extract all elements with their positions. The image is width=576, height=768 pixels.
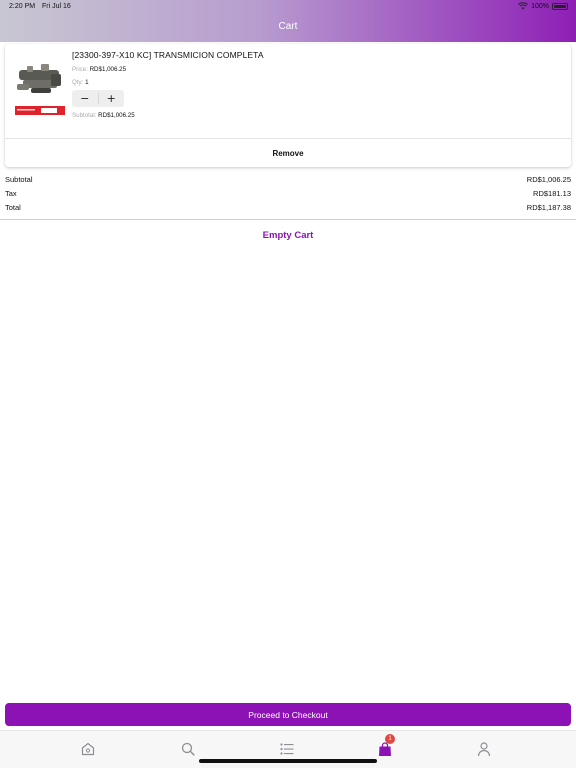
home-icon[interactable] [80, 741, 96, 757]
item-subtotal-label: Subtotal: [72, 112, 97, 119]
product-image[interactable] [11, 54, 69, 124]
price-label: Price: [72, 66, 88, 73]
qty-row: Qty: 1 [72, 79, 89, 86]
search-icon[interactable] [180, 741, 196, 757]
home-indicator [199, 759, 377, 763]
price-value: RD$1,006.25 [89, 66, 127, 73]
status-bar: 2:20 PM Fri Jul 16 100% [0, 0, 576, 14]
cart-item-card: [23300-397-X10 KC] TRANSMICION COMPLETA … [5, 44, 571, 167]
remove-button[interactable]: Remove [5, 139, 571, 167]
status-date: Fri Jul 16 [42, 3, 71, 10]
summary-value: RD$1,187.38 [526, 203, 571, 212]
status-time: 2:20 PM [9, 3, 36, 10]
qty-label: Qty: [72, 79, 84, 86]
summary-divider [0, 219, 576, 220]
quantity-stepper: − + [72, 90, 124, 107]
price-row: Price: RD$1,006.25 [72, 66, 126, 73]
cart-count-badge: 1 [385, 734, 395, 744]
decrement-button[interactable]: − [72, 90, 98, 107]
summary-row-total: Total RD$1,187.38 [5, 203, 571, 212]
summary-row-subtotal: Subtotal RD$1,006.25 [5, 175, 571, 184]
empty-cart-button[interactable]: Empty Cart [0, 230, 576, 241]
list-icon[interactable] [279, 741, 295, 757]
navigation-header: 2:20 PM Fri Jul 16 100% Cart [0, 0, 576, 42]
item-subtotal-row: Subtotal: RD$1,006.25 [72, 112, 135, 119]
battery-percent: 100% [531, 2, 549, 10]
summary-label: Subtotal [5, 175, 33, 184]
summary-label: Tax [5, 189, 17, 198]
battery-icon [552, 2, 568, 10]
wifi-icon [518, 2, 529, 10]
summary-value: RD$181.13 [533, 189, 571, 198]
qty-value: 1 [85, 79, 89, 86]
summary-value: RD$1,006.25 [526, 175, 571, 184]
proceed-to-checkout-button[interactable]: Proceed to Checkout [5, 703, 571, 726]
product-name[interactable]: [23300-397-X10 KC] TRANSMICION COMPLETA [72, 50, 264, 60]
page-title: Cart [278, 21, 298, 32]
status-indicators: 100% [518, 2, 568, 10]
person-icon[interactable] [476, 741, 492, 757]
summary-row-tax: Tax RD$181.13 [5, 189, 571, 198]
summary-label: Total [5, 203, 21, 212]
increment-button[interactable]: + [99, 90, 125, 107]
item-subtotal-value: RD$1,006.25 [98, 112, 135, 119]
